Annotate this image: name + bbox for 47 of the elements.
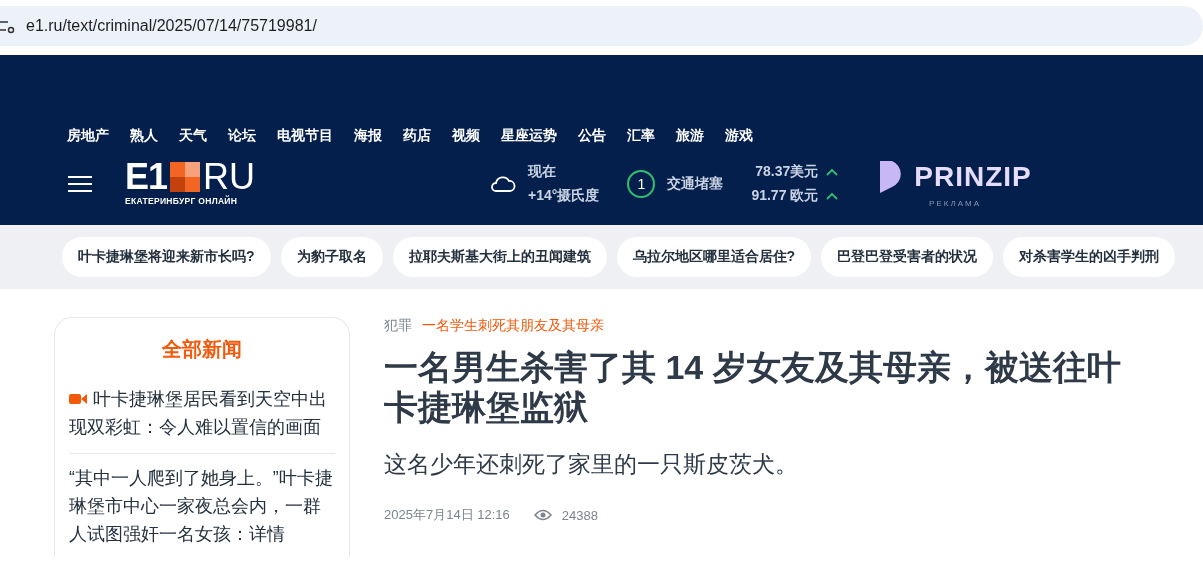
- logo-domain[interactable]: RU: [203, 161, 256, 193]
- weather-label: 现在: [528, 162, 558, 181]
- topic-chip[interactable]: 乌拉尔地区哪里适合居住?: [616, 237, 812, 277]
- nav-link[interactable]: 星座运势: [501, 127, 557, 145]
- cloud-icon: [490, 174, 517, 193]
- nav-link[interactable]: 房地产: [67, 127, 109, 145]
- news-card-title: 全部新闻: [161, 337, 243, 362]
- menu-icon[interactable]: [67, 173, 93, 194]
- nav-link[interactable]: 旅游: [676, 127, 704, 145]
- logo-mark[interactable]: E1: [125, 161, 168, 193]
- topic-chip[interactable]: 巴登巴登受害者的状况: [821, 237, 994, 277]
- tag-link[interactable]: 一名学生刺死其朋友及其母亲: [422, 317, 604, 335]
- rubric-link[interactable]: 犯罪: [384, 317, 412, 335]
- nav-link[interactable]: 公告: [578, 127, 606, 145]
- nav-link[interactable]: 海报: [354, 127, 382, 145]
- nav-link[interactable]: 视频: [452, 127, 480, 145]
- logo-tagline: ЕКАТЕРИНБУРГ ОНЛАЙН: [125, 196, 239, 206]
- news-link[interactable]: 叶卡捷琳堡居民看到天空中出现双彩虹：令人难以置信的画面: [69, 375, 335, 454]
- traffic-label: 交通堵塞: [667, 174, 724, 193]
- traffic-score: 1: [627, 169, 656, 198]
- topic-chip[interactable]: 叶卡捷琳堡将迎来新市长吗?: [62, 237, 271, 277]
- url-text: e1.ru/text/criminal/2025/07/14/75719981/: [26, 17, 317, 35]
- nav-link[interactable]: 论坛: [228, 127, 256, 145]
- news-link[interactable]: “其中一人爬到了她身上。”叶卡捷琳堡市中心一家夜总会内，一群人试图强奸一名女孩：详情: [69, 454, 335, 557]
- temperature: +14°摄氏度: [528, 186, 600, 205]
- topic-chip[interactable]: 为豹子取名: [280, 237, 383, 277]
- site-settings-icon[interactable]: [0, 18, 16, 34]
- nav-link[interactable]: 游戏: [725, 127, 753, 145]
- ad-label: РЕКЛАМА: [929, 199, 982, 208]
- eye-icon: [533, 508, 552, 522]
- video-camera-icon: [69, 393, 87, 405]
- nav-link[interactable]: 汇率: [627, 127, 655, 145]
- logo-squares-icon: [170, 162, 201, 192]
- nav-link[interactable]: 电视节目: [277, 127, 333, 145]
- view-count: 24388: [561, 507, 598, 523]
- nav-link[interactable]: 药店: [403, 127, 431, 145]
- article-title: 一名男生杀害了其 14 岁女友及其母亲，被送往叶卡捷琳堡监狱: [384, 347, 1122, 427]
- exchange-rate: 91.77 欧元: [751, 186, 819, 205]
- topic-chip[interactable]: 拉耶夫斯基大街上的丑闻建筑: [392, 237, 607, 277]
- publish-date: 2025年7月14日 12:16: [384, 506, 510, 524]
- exchange-rate: 78.37美元: [755, 162, 819, 181]
- nav-link[interactable]: 天气: [179, 127, 207, 145]
- ad-brand[interactable]: PRINZIP: [914, 161, 1032, 193]
- address-bar[interactable]: e1.ru/text/criminal/2025/07/14/75719981/: [0, 6, 1203, 46]
- topic-chip[interactable]: 对杀害学生的凶手判刑: [1003, 237, 1176, 277]
- article-lead: 这名少年还刺死了家里的一只斯皮茨犬。: [384, 450, 799, 479]
- nav-link[interactable]: 熟人: [130, 127, 158, 145]
